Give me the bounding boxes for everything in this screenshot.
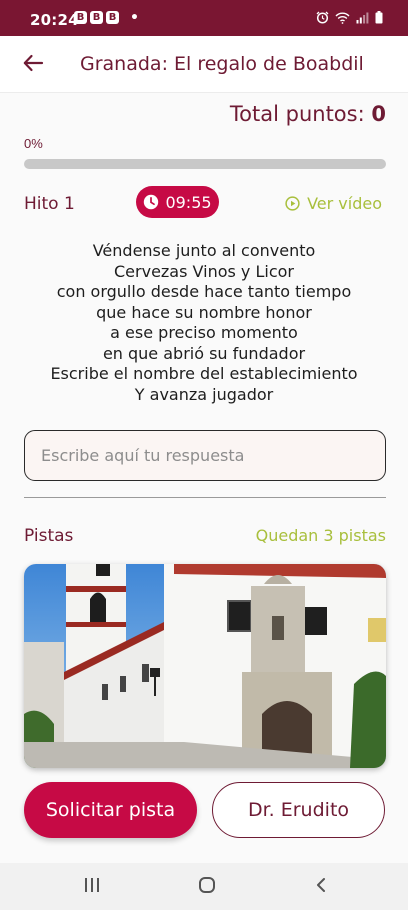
answer-input[interactable] [24,430,386,481]
timer-badge: 09:55 [136,186,219,218]
app-bar: Granada: El regalo de Boabdil [0,36,408,93]
status-time: 20:24 [30,11,79,29]
home-icon[interactable] [198,876,216,894]
status-bar: 20:24 B B B • [0,0,408,36]
riddle-line: Escribe el nombre del establecimiento [50,364,358,383]
divider [24,497,386,498]
progress-bar [24,159,386,169]
riddle-line: Cervezas Vinos y Licor [114,261,294,281]
riddle-line: con orgullo desde hace tanto tiempo [56,282,352,301]
status-dot: • [130,10,139,26]
clock-icon [144,194,159,210]
total-points-label: Total puntos: [229,102,365,126]
back-nav-icon[interactable] [314,876,328,894]
riddle-line: que hace su nombre honor [96,302,312,322]
hints-label: Pistas [24,526,74,546]
main-content: Total puntos: 0 0% Hito 1 09:55 Ver víde… [0,93,408,863]
request-hint-button[interactable]: Solicitar pista [24,782,197,838]
hint-photo-illustration [24,564,386,768]
riddle-line: en que abrió su fundador [102,343,306,363]
page-title: Granada: El regalo de Boabdil [80,53,364,75]
wifi-icon [335,12,350,24]
riddle-line: a ese preciso momento [110,323,298,342]
total-points-value: 0 [371,102,386,126]
progress-label: 0% [24,136,43,151]
riddle-line: Y avanza jugador [134,384,274,404]
recent-apps-icon[interactable] [84,876,100,894]
riddle-line: Véndense junto al convento [92,241,316,260]
notification-badge-icon: B [90,11,103,24]
riddle-text: Véndense junto al convento Cervezas Vino… [0,241,408,405]
watch-video-link[interactable]: Ver vídeo [285,194,382,213]
status-icons [316,11,383,24]
watch-video-label: Ver vídeo [307,194,382,213]
notification-badge-icon: B [74,11,87,24]
milestone-label: Hito 1 [24,194,75,214]
hint-photo [24,564,386,768]
play-circle-icon [285,196,300,211]
total-points: Total puntos: 0 [230,102,386,126]
notification-badge-icon: B [106,11,119,24]
expert-button[interactable]: Dr. Erudito [212,782,385,838]
signal-icon [356,12,369,23]
battery-icon [375,11,383,24]
alarm-icon [316,11,329,24]
system-nav-bar [0,863,408,910]
arrow-left-icon[interactable] [22,52,44,74]
status-notification-badges: B B B [74,11,119,24]
timer-value: 09:55 [165,192,212,212]
hints-remaining: Quedan 3 pistas [255,526,386,545]
